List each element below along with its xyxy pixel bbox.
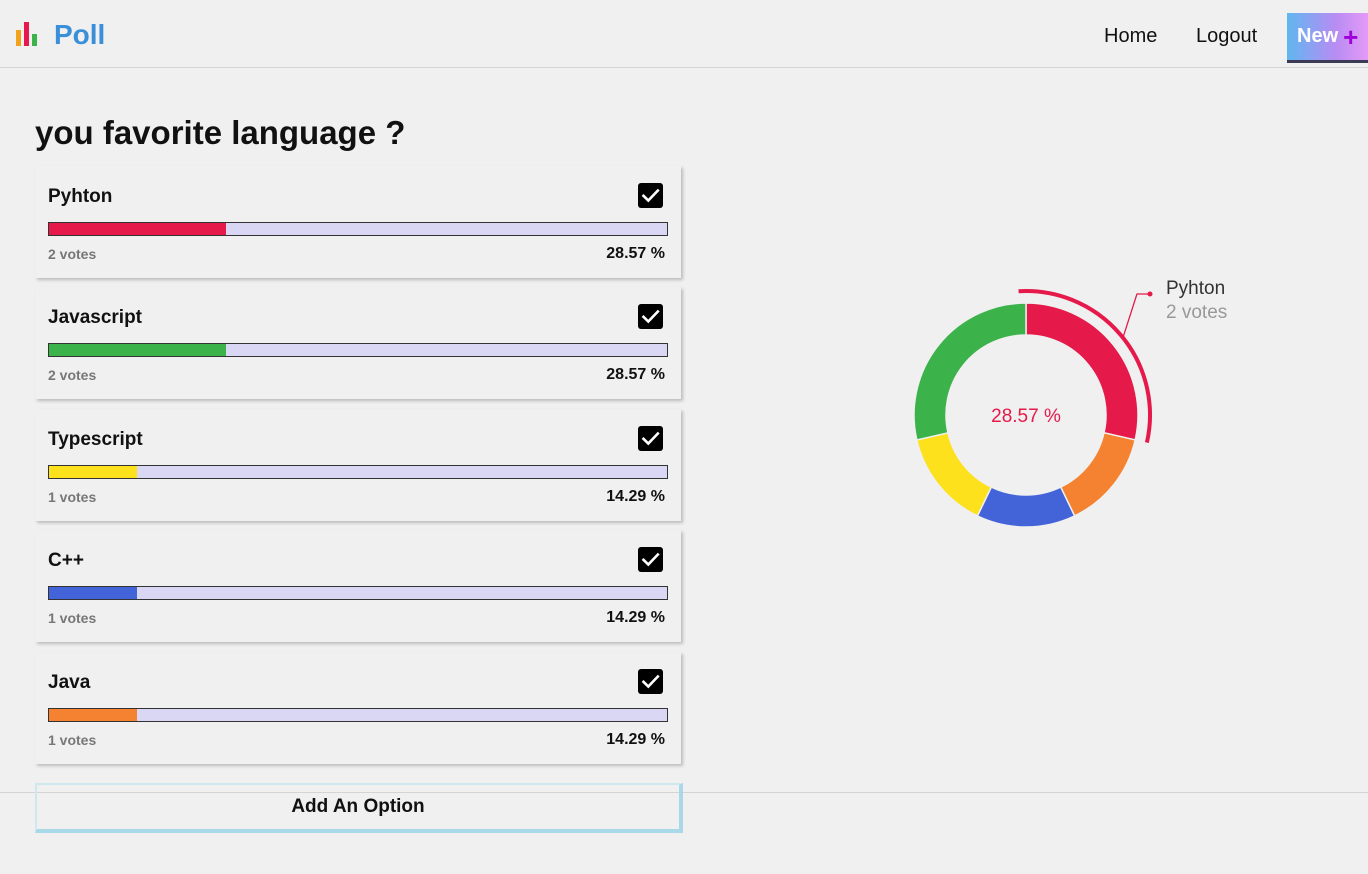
vote-percentage: 28.57 % bbox=[606, 245, 665, 262]
donut-hover-label: Pyhton bbox=[1166, 278, 1225, 299]
checkbox-checked-icon[interactable] bbox=[638, 669, 663, 694]
top-nav-bar: Poll Home Logout New + bbox=[0, 0, 1368, 68]
checkbox-checked-icon[interactable] bbox=[638, 547, 663, 572]
new-poll-button[interactable]: New + bbox=[1287, 13, 1368, 63]
option-label: Javascript bbox=[48, 307, 143, 328]
vote-count: 1 votes bbox=[48, 732, 97, 748]
vote-percentage: 28.57 % bbox=[606, 366, 665, 383]
donut-slice-java[interactable] bbox=[1059, 431, 1137, 517]
option-label: Typescript bbox=[48, 429, 143, 450]
vote-count: 1 votes bbox=[48, 610, 97, 626]
donut-hover-votes: 2 votes bbox=[1166, 302, 1227, 323]
donut-center-percentage: 28.57 % bbox=[991, 406, 1061, 427]
vote-percentage: 14.29 % bbox=[606, 488, 665, 505]
vote-progress-fill bbox=[49, 587, 138, 599]
nav-home-link[interactable]: Home bbox=[1104, 25, 1157, 48]
donut-leader-line bbox=[1122, 293, 1150, 338]
checkbox-checked-icon[interactable] bbox=[638, 304, 663, 329]
option-label: Java bbox=[48, 672, 91, 693]
logo[interactable]: Poll bbox=[16, 19, 105, 50]
vote-percentage: 14.29 % bbox=[606, 609, 665, 626]
vote-progress-fill bbox=[49, 344, 226, 356]
option-card: Javascript 2 votes 28.57 % bbox=[35, 287, 681, 399]
logo-bar bbox=[16, 30, 21, 46]
nav-logout-link[interactable]: Logout bbox=[1196, 25, 1257, 48]
logo-bar bbox=[24, 22, 29, 46]
donut-leader-dot bbox=[1147, 291, 1153, 297]
option-card: Typescript 1 votes 14.29 % bbox=[35, 409, 681, 521]
donut-slice-c-[interactable] bbox=[976, 486, 1076, 528]
new-button-label: New bbox=[1297, 25, 1339, 47]
option-card: C++ 1 votes 14.29 % bbox=[35, 530, 681, 642]
option-card: Java 1 votes 14.29 % bbox=[35, 652, 681, 764]
bar-chart-icon bbox=[16, 22, 46, 46]
vote-progress-fill bbox=[49, 709, 138, 721]
donut-chart-svg: 28.57 % Pyhton 2 votes bbox=[913, 278, 1227, 528]
vote-count: 2 votes bbox=[48, 367, 97, 383]
vote-progress-bar bbox=[48, 222, 668, 236]
vote-count: 1 votes bbox=[48, 489, 97, 505]
option-label: C++ bbox=[48, 550, 84, 571]
poll-donut-chart: 28.57 % Pyhton 2 votes bbox=[900, 270, 1260, 540]
vote-progress-fill bbox=[49, 223, 226, 235]
donut-slice-typescript[interactable] bbox=[915, 431, 993, 517]
vote-progress-bar bbox=[48, 708, 668, 722]
checkbox-checked-icon[interactable] bbox=[638, 426, 663, 451]
vote-progress-fill bbox=[49, 466, 138, 478]
logo-bar bbox=[32, 34, 37, 46]
vote-progress-bar bbox=[48, 465, 668, 479]
vote-count: 2 votes bbox=[48, 246, 97, 262]
vote-progress-bar bbox=[48, 586, 668, 600]
checkbox-checked-icon[interactable] bbox=[638, 183, 663, 208]
plus-icon: + bbox=[1343, 21, 1359, 52]
vote-progress-bar bbox=[48, 343, 668, 357]
poll-title: you favorite language ? bbox=[35, 114, 406, 151]
add-option-button[interactable]: Add An Option bbox=[35, 783, 683, 833]
option-label: Pyhton bbox=[48, 186, 113, 207]
vote-percentage: 14.29 % bbox=[606, 731, 665, 748]
logo-text: Poll bbox=[54, 19, 106, 50]
option-card: Pyhton 2 votes 28.57 % bbox=[35, 166, 681, 278]
